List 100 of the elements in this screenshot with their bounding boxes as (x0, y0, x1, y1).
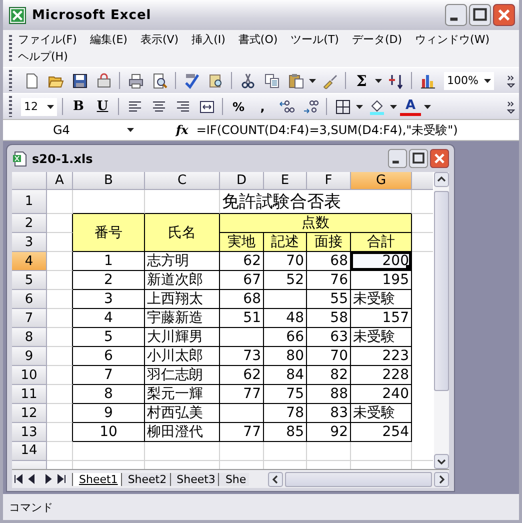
formula-field[interactable]: =IF(COUNT(D4:F4)=3,SUM(D4:F4),"未受験") (196, 122, 458, 138)
table-cell: 77 (220, 423, 264, 442)
menu-item[interactable]: 書式(O) (238, 33, 278, 48)
header-cell: 番号 (73, 214, 145, 252)
table-cell: 228 (351, 366, 412, 385)
row-header[interactable]: 8 (12, 328, 47, 347)
comma-button[interactable]: , (252, 96, 273, 116)
table-cell: 志方明 (145, 252, 220, 271)
header-cell: 面接 (307, 233, 351, 252)
sheet-tab[interactable]: Sheet2 (120, 472, 170, 486)
maximize-button[interactable] (469, 4, 491, 26)
menu-item[interactable]: 編集(E) (90, 33, 128, 48)
table-cell: 宇藤新造 (145, 309, 220, 328)
toolbar-options-icon[interactable] (507, 100, 515, 114)
dropdown-caret-icon[interactable] (127, 128, 134, 132)
dropdown-caret-icon[interactable] (375, 78, 382, 82)
maximize-button[interactable] (409, 149, 428, 168)
minimize-button[interactable] (388, 149, 407, 168)
menu-item[interactable]: 表示(V) (140, 33, 179, 48)
row-header[interactable]: 14 (12, 442, 47, 461)
menu-item[interactable]: 挿入(I) (192, 33, 226, 48)
table-cell: 2 (73, 271, 145, 290)
table-cell: 柳田澄代 (145, 423, 220, 442)
workbook-icon (12, 150, 28, 166)
table-cell: 70 (264, 252, 307, 271)
table-cell: 82 (307, 366, 351, 385)
table-cell: 76 (307, 271, 351, 290)
dropdown-caret-icon[interactable] (424, 104, 431, 108)
table-cell: 新道次郎 (145, 271, 220, 290)
dropdown-caret-icon[interactable] (47, 104, 54, 108)
header-cell: 氏名 (145, 214, 220, 252)
row-header[interactable]: 6 (12, 290, 47, 309)
menu-item[interactable]: ヘルプ(H) (18, 50, 68, 64)
table-cell: 55 (307, 290, 351, 309)
close-button[interactable] (493, 4, 515, 26)
font-size-dropdown[interactable]: 12 (21, 98, 57, 116)
menu-item[interactable]: ウィンドウ(W) (415, 33, 490, 48)
row-header[interactable]: 3 (12, 233, 47, 252)
toolbar-options-icon[interactable] (507, 74, 515, 88)
scroll-left-button[interactable] (268, 472, 283, 486)
zoom-dropdown[interactable]: 100% (444, 72, 494, 90)
table-cell: 80 (264, 347, 307, 366)
menu-item[interactable]: ファイル(F) (18, 33, 77, 48)
scroll-thumb[interactable] (285, 472, 432, 486)
table-cell: 85 (264, 423, 307, 442)
dropdown-caret-icon[interactable] (309, 78, 316, 82)
font-color-button[interactable]: A (400, 98, 421, 116)
column-header[interactable]: A (47, 172, 73, 190)
dropdown-caret-icon[interactable] (356, 104, 363, 108)
scroll-down-button[interactable] (434, 454, 449, 469)
sheet-tab[interactable]: She (218, 472, 250, 486)
table-cell: 8 (73, 385, 145, 404)
row-header[interactable]: 12 (12, 404, 47, 423)
table-cell: 223 (351, 347, 412, 366)
column-header[interactable]: E (264, 172, 307, 190)
column-header[interactable]: F (307, 172, 351, 190)
table-cell: 75 (264, 385, 307, 404)
table-cell: 200 (351, 252, 412, 271)
row-header[interactable]: 13 (12, 423, 47, 442)
bold-button[interactable]: B (68, 96, 89, 116)
row-header[interactable]: 7 (12, 309, 47, 328)
scroll-thumb[interactable] (434, 191, 449, 391)
sheet-tab[interactable]: Sheet1 (72, 472, 121, 486)
menu-item[interactable]: データ(D) (352, 33, 402, 48)
table-cell: 3 (73, 290, 145, 309)
percent-button[interactable]: % (228, 96, 249, 116)
table-cell: 70 (307, 347, 351, 366)
table-cell: 51 (220, 309, 264, 328)
sheet-tab[interactable]: Sheet3 (170, 472, 218, 486)
column-header[interactable]: D (220, 172, 264, 190)
row-header[interactable]: 11 (12, 385, 47, 404)
row-header[interactable]: 10 (12, 366, 47, 385)
table-cell: 9 (73, 404, 145, 423)
underline-button[interactable]: U (92, 96, 113, 116)
dropdown-caret-icon[interactable] (390, 104, 397, 108)
insert-function-button[interactable]: fx (176, 123, 188, 137)
table-cell: 62 (220, 252, 264, 271)
table-cell: 68 (220, 290, 264, 309)
table-cell: 未受験 (351, 404, 412, 423)
row-header[interactable]: 2 (12, 214, 47, 233)
close-button[interactable] (430, 149, 449, 168)
menu-item[interactable]: ツール(T) (290, 33, 339, 48)
table-cell: 88 (307, 385, 351, 404)
column-header[interactable]: C (145, 172, 220, 190)
scroll-up-button[interactable] (434, 172, 449, 187)
autosum-button[interactable]: Σ (351, 70, 372, 90)
row-header[interactable]: 4 (12, 252, 47, 271)
table-cell: 84 (264, 366, 307, 385)
dropdown-caret-icon[interactable] (484, 78, 491, 82)
row-header[interactable]: 5 (12, 271, 47, 290)
row-header[interactable]: 1 (12, 190, 47, 214)
scroll-right-button[interactable] (434, 472, 449, 486)
minimize-button[interactable] (445, 4, 467, 26)
table-cell: 73 (220, 347, 264, 366)
table-cell: 92 (307, 423, 351, 442)
column-header[interactable]: G (351, 172, 412, 190)
table-cell: 上西翔太 (145, 290, 220, 309)
row-header[interactable]: 9 (12, 347, 47, 366)
column-header[interactable]: B (73, 172, 145, 190)
name-box[interactable]: G4 (3, 120, 138, 140)
